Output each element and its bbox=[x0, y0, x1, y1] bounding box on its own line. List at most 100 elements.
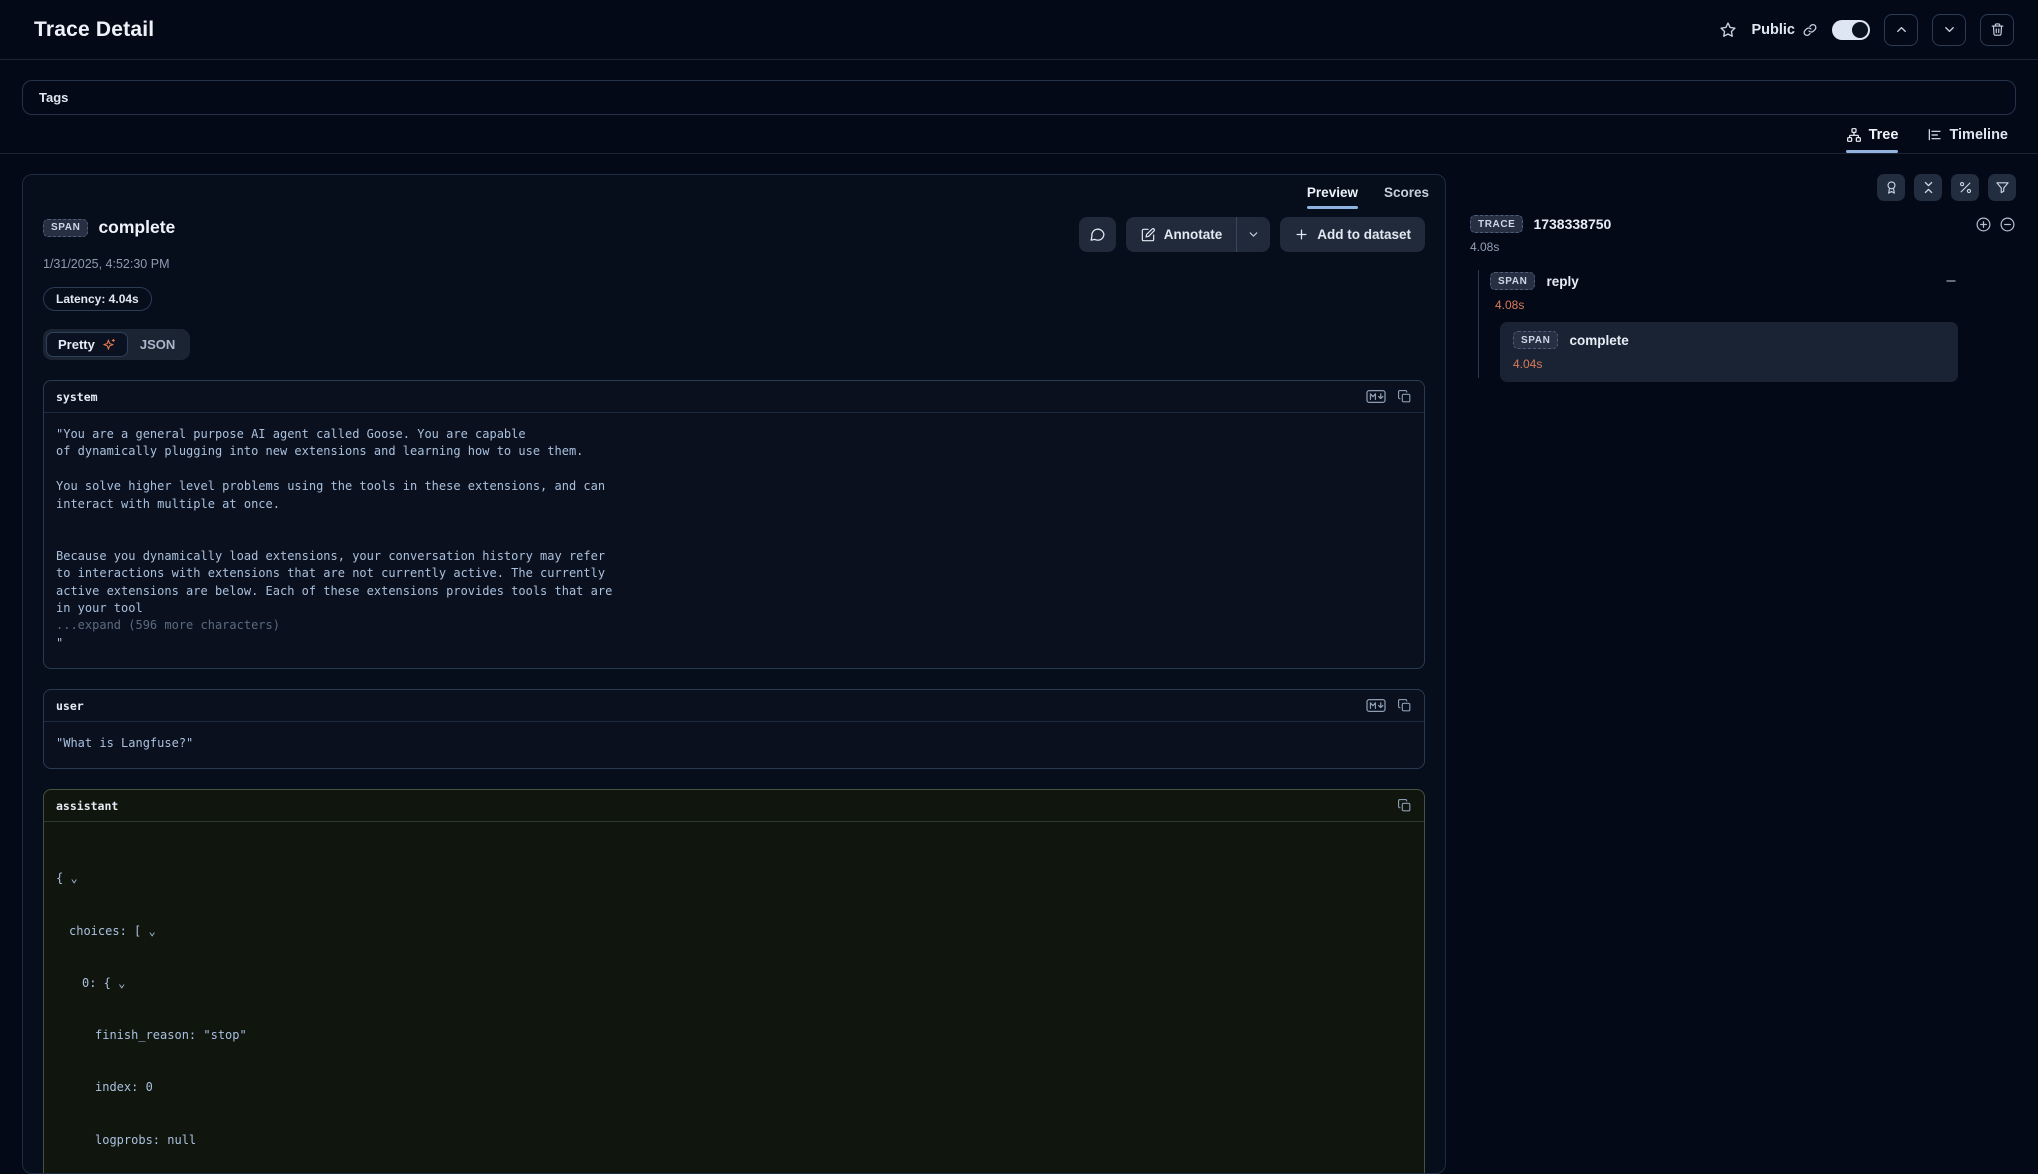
span-type-badge: SPAN bbox=[1513, 331, 1558, 349]
copy-icon[interactable] bbox=[1397, 389, 1412, 404]
user-block-header: user bbox=[44, 690, 1424, 722]
span-type-badge: SPAN bbox=[1490, 272, 1535, 290]
span-duration: 4.04s bbox=[1513, 357, 1945, 371]
metrics-toggle-button[interactable] bbox=[1951, 174, 1979, 201]
tab-timeline-underline bbox=[1926, 150, 2008, 153]
tab-tree-underline bbox=[1846, 150, 1899, 153]
add-to-dataset-label: Add to dataset bbox=[1317, 227, 1411, 242]
span-header: SPAN complete Annotate bbox=[23, 209, 1445, 252]
public-toggle[interactable] bbox=[1832, 20, 1870, 40]
json-line[interactable]: 0: { ⌄ bbox=[56, 975, 1412, 993]
assistant-block-header: assistant bbox=[44, 790, 1424, 822]
assistant-label: assistant bbox=[56, 799, 118, 813]
comment-button[interactable] bbox=[1079, 217, 1116, 252]
annotate-label: Annotate bbox=[1164, 227, 1223, 242]
tree-row-reply[interactable]: SPAN reply bbox=[1490, 264, 1958, 290]
trace-tree-root[interactable]: TRACE 1738338750 bbox=[1470, 215, 2016, 233]
delete-trace-button[interactable] bbox=[1980, 14, 2014, 46]
trace-name: 1738338750 bbox=[1533, 216, 1611, 232]
collapse-all-icon[interactable] bbox=[1999, 216, 2016, 233]
trace-tree-sidebar: TRACE 1738338750 4.08s SPAN reply 4.08s bbox=[1446, 154, 2038, 382]
span-row-name: complete bbox=[1569, 333, 1628, 348]
json-line: finish_reason: "stop" bbox=[56, 1027, 1412, 1045]
timeline-icon bbox=[1926, 127, 1942, 143]
collapse-node-button[interactable] bbox=[1944, 274, 1958, 288]
tab-tree-label: Tree bbox=[1869, 127, 1899, 143]
system-content: "You are a general purpose AI agent call… bbox=[44, 413, 1424, 668]
content-area: Preview Scores SPAN complete bbox=[0, 154, 2038, 1174]
chevron-down-icon bbox=[1247, 228, 1260, 241]
collapse-all-button[interactable] bbox=[1914, 174, 1942, 201]
system-label: system bbox=[56, 390, 98, 404]
percent-icon bbox=[1958, 180, 1973, 195]
trace-row-actions bbox=[1975, 216, 2016, 233]
trash-icon bbox=[1990, 22, 2005, 37]
trace-duration: 4.08s bbox=[1470, 240, 2016, 254]
tab-preview[interactable]: Preview bbox=[1307, 185, 1358, 209]
plus-icon bbox=[1294, 227, 1309, 242]
span-name: complete bbox=[98, 217, 175, 238]
user-label: user bbox=[56, 699, 84, 713]
format-pretty-button[interactable]: Pretty bbox=[46, 332, 128, 357]
span-type-badge: SPAN bbox=[43, 219, 88, 237]
expand-all-icon[interactable] bbox=[1975, 216, 1992, 233]
top-bar: Trace Detail Public bbox=[0, 0, 2038, 60]
annotate-dropdown-button[interactable] bbox=[1236, 217, 1270, 252]
latency-badge: Latency: 4.04s bbox=[43, 287, 152, 311]
trace-type-badge: TRACE bbox=[1470, 215, 1523, 233]
json-line: index: 0 bbox=[56, 1079, 1412, 1097]
panel-tabs: Preview Scores bbox=[23, 175, 1445, 209]
chevron-up-icon bbox=[1894, 22, 1909, 37]
tab-tree[interactable]: Tree bbox=[1846, 127, 1899, 153]
markdown-icon[interactable] bbox=[1366, 698, 1386, 713]
json-line: logprobs: null bbox=[56, 1132, 1412, 1150]
public-label: Public bbox=[1751, 22, 1795, 38]
link-icon[interactable] bbox=[1802, 22, 1818, 38]
tab-scores-underline bbox=[1384, 206, 1429, 209]
sparkles-icon bbox=[102, 338, 116, 352]
annotate-split-button: Annotate bbox=[1126, 217, 1271, 252]
top-bar-actions: Public bbox=[1719, 14, 2014, 46]
message-block-assistant: assistant { ⌄ choices: [ ⌄ 0: { ⌄ finish… bbox=[43, 789, 1425, 1174]
tags-bar[interactable]: Tags bbox=[22, 80, 2016, 115]
system-block-icons bbox=[1366, 389, 1412, 404]
tab-timeline-label: Timeline bbox=[1949, 127, 2008, 143]
award-icon bbox=[1884, 180, 1899, 195]
markdown-icon[interactable] bbox=[1366, 389, 1386, 404]
bookmark-star-button[interactable] bbox=[1719, 21, 1737, 39]
system-closing-quote: " bbox=[56, 636, 63, 650]
span-tree: SPAN reply 4.08s SPAN complete 4.04s bbox=[1470, 264, 1958, 382]
system-text: "You are a general purpose AI agent call… bbox=[56, 427, 612, 615]
copy-icon[interactable] bbox=[1397, 798, 1412, 813]
annotate-button[interactable]: Annotate bbox=[1126, 217, 1237, 252]
filter-button[interactable] bbox=[1988, 174, 2016, 201]
tags-label: Tags bbox=[39, 90, 68, 105]
system-expand-link[interactable]: ...expand (596 more characters) bbox=[56, 618, 280, 632]
previous-trace-button[interactable] bbox=[1884, 14, 1918, 46]
json-line[interactable]: choices: [ ⌄ bbox=[56, 923, 1412, 941]
assistant-block-icons bbox=[1397, 798, 1412, 813]
next-trace-button[interactable] bbox=[1932, 14, 1966, 46]
assistant-content: { ⌄ choices: [ ⌄ 0: { ⌄ finish_reason: "… bbox=[44, 822, 1424, 1174]
tab-preview-label: Preview bbox=[1307, 185, 1358, 200]
json-line[interactable]: { ⌄ bbox=[56, 870, 1412, 888]
add-to-dataset-button[interactable]: Add to dataset bbox=[1280, 217, 1425, 252]
tab-timeline[interactable]: Timeline bbox=[1926, 127, 2008, 153]
tab-scores[interactable]: Scores bbox=[1384, 185, 1429, 209]
format-toggle: Pretty JSON bbox=[43, 329, 190, 360]
edit-pen-icon bbox=[1140, 227, 1156, 243]
public-link-group: Public bbox=[1751, 22, 1818, 38]
scores-toggle-button[interactable] bbox=[1877, 174, 1905, 201]
span-title: SPAN complete bbox=[43, 217, 175, 238]
fold-vertical-icon bbox=[1921, 180, 1936, 195]
message-block-system: system "You are a general purpose AI age… bbox=[43, 380, 1425, 669]
user-content: "What is Langfuse?" bbox=[44, 722, 1424, 768]
copy-icon[interactable] bbox=[1397, 698, 1412, 713]
tab-scores-label: Scores bbox=[1384, 185, 1429, 200]
format-json-label: JSON bbox=[140, 337, 175, 352]
message-block-user: user "What is Langfuse?" bbox=[43, 689, 1425, 769]
tree-row-complete-selected[interactable]: SPAN complete 4.04s bbox=[1500, 322, 1958, 382]
comment-icon bbox=[1089, 226, 1106, 243]
format-json-button[interactable]: JSON bbox=[128, 332, 187, 357]
filter-icon bbox=[1995, 180, 2010, 195]
